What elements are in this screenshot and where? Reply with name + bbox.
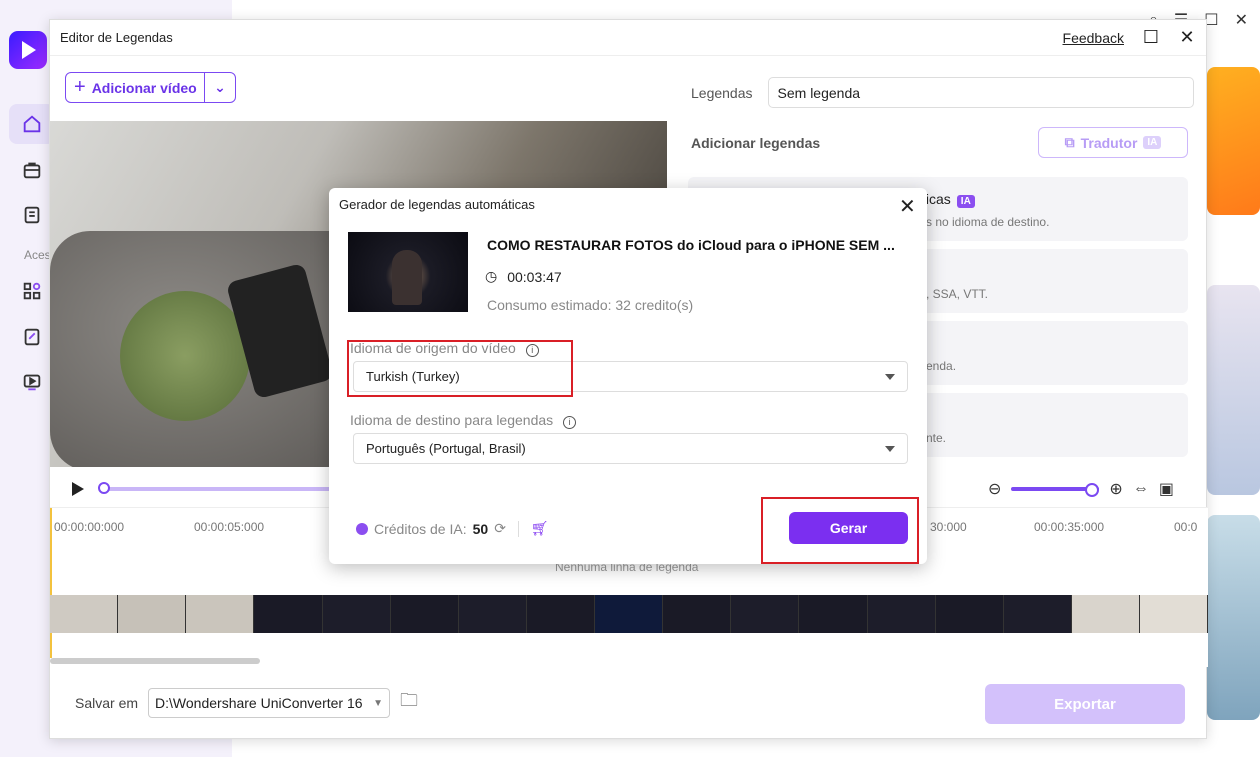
- credit-icon: [356, 522, 368, 535]
- timeline-cursor[interactable]: [50, 508, 52, 658]
- translator-button[interactable]: ⧉ Tradutor IA: [1038, 127, 1188, 158]
- play-icon[interactable]: [72, 482, 84, 496]
- target-language-value: Português (Portugal, Brasil): [366, 441, 526, 456]
- clock-icon: ◷: [485, 268, 498, 284]
- dialog-title: Gerador de legendas automáticas: [339, 197, 535, 212]
- promo-card-2[interactable]: [1207, 285, 1260, 495]
- ruler-label: 00:00:00:000: [54, 520, 125, 534]
- add-video-label: Adicionar vídeo: [91, 79, 197, 96]
- zoom-slider[interactable]: [1011, 483, 1100, 497]
- close-icon[interactable]: ✕: [1235, 10, 1248, 30]
- estimated-consumption: Consumo estimado: 32 credito(s): [487, 297, 694, 313]
- target-language-label: Idioma de destino para legendas i: [350, 412, 577, 429]
- fit-icon[interactable]: ⇔: [1133, 480, 1149, 498]
- ruler-label: 00:00:05:000: [194, 520, 265, 534]
- close-icon[interactable]: ✕: [899, 197, 916, 217]
- save-path-select[interactable]: D:\Wondershare UniConverter 16 ▼: [148, 688, 391, 718]
- zoom-in-icon[interactable]: ⊕: [1109, 479, 1122, 499]
- card-desc: s no idioma de destino.: [926, 215, 1050, 229]
- auto-subtitle-dialog: Gerador de legendas automáticas ✕ COMO R…: [329, 188, 927, 564]
- target-language-select[interactable]: Português (Portugal, Brasil): [353, 433, 908, 464]
- chevron-down-icon[interactable]: ⌄: [205, 79, 235, 96]
- add-video-button[interactable]: + Adicionar vídeo ⌄: [65, 72, 236, 103]
- ruler-label: 30:000: [930, 520, 967, 534]
- export-button[interactable]: Exportar: [985, 684, 1185, 724]
- subtitles-select[interactable]: Sem legenda: [767, 77, 1194, 108]
- nav-section-label: Aces: [24, 248, 51, 262]
- editor-titlebar: Editor de Legendas Feedback ☐ ✕: [50, 20, 1206, 56]
- info-icon: i: [563, 415, 577, 429]
- cart-icon[interactable]: 🛒︎: [531, 520, 549, 537]
- translate-icon: ⧉: [1064, 134, 1075, 150]
- translator-label: Tradutor: [1080, 134, 1138, 151]
- ruler-label: 00:00:35:000: [1034, 520, 1105, 534]
- highlight-box: [761, 497, 919, 564]
- add-subtitles-heading: Adicionar legendas: [691, 135, 821, 151]
- card-desc: nte.: [926, 431, 947, 445]
- folder-icon[interactable]: 🗀: [400, 688, 418, 718]
- editor-title: Editor de Legendas: [60, 30, 173, 45]
- duration-value: 00:03:47: [507, 268, 562, 285]
- card-title: ticas IA: [922, 191, 975, 208]
- video-title: COMO RESTAURAR FOTOS do iCloud para o iP…: [487, 237, 895, 253]
- timeline-scrollbar[interactable]: [50, 658, 260, 664]
- video-duration: ◷ 00:03:47: [485, 268, 562, 285]
- plus-icon: +: [74, 76, 86, 98]
- ia-badge: IA: [1143, 136, 1162, 149]
- promo-card[interactable]: [1207, 67, 1260, 215]
- promo-card-3[interactable]: [1207, 515, 1260, 720]
- chevron-down-icon: [885, 445, 895, 452]
- card-desc: enda.: [926, 359, 957, 373]
- chevron-down-icon: ▼: [373, 697, 384, 709]
- credits-value: 50: [472, 520, 489, 537]
- app-logo: [9, 31, 47, 69]
- zoom-tools: ⊖ ⊕ ⇔ ▣: [988, 479, 1174, 499]
- video-thumbnail-strip[interactable]: [50, 595, 1209, 633]
- ai-credits: Créditos de IA: 50 ⟳ 🛒︎: [356, 520, 549, 537]
- credits-label: Créditos de IA:: [374, 520, 467, 537]
- subtitles-row: Legendas Sem legenda: [691, 77, 1194, 108]
- highlight-box: [347, 340, 573, 397]
- zoom-out-icon[interactable]: ⊖: [988, 479, 1001, 499]
- video-thumbnail: [348, 232, 468, 312]
- save-path-value: D:\Wondershare UniConverter 16: [155, 695, 363, 711]
- refresh-icon[interactable]: ⟳: [494, 520, 506, 537]
- maximize-icon[interactable]: ☐: [1142, 27, 1160, 47]
- close-icon[interactable]: ✕: [1178, 27, 1196, 47]
- feedback-link[interactable]: Feedback: [1063, 30, 1124, 46]
- card-desc: , SSA, VTT.: [926, 287, 989, 301]
- save-location-row: Salvar em D:\Wondershare UniConverter 16…: [75, 688, 418, 718]
- save-label: Salvar em: [75, 695, 139, 711]
- ruler-label: 00:0: [1174, 520, 1198, 534]
- add-subtitle-icon[interactable]: ▣: [1159, 479, 1174, 499]
- scrubber-handle[interactable]: [98, 482, 110, 494]
- chevron-down-icon: [885, 373, 895, 380]
- subtitles-label: Legendas: [691, 84, 753, 101]
- playback-scrubber[interactable]: [102, 487, 332, 491]
